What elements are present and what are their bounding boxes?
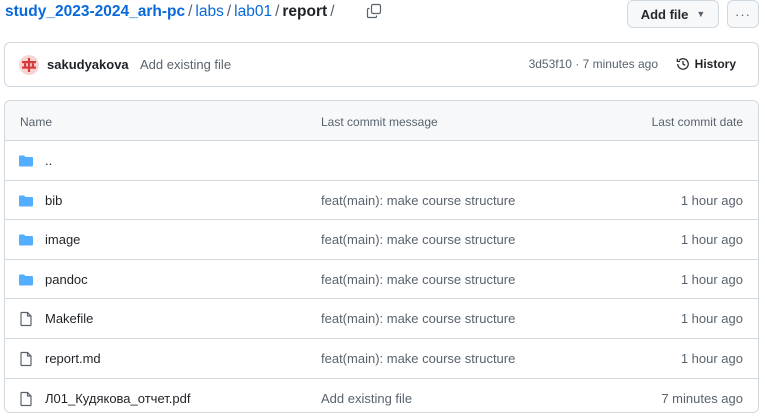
breadcrumb-labs-link[interactable]: labs (195, 3, 223, 20)
folder-icon (18, 153, 34, 169)
file-name[interactable]: report.md (45, 351, 101, 366)
breadcrumb-separator: / (226, 3, 232, 20)
commit-message-link[interactable]: feat(main): make course structure (321, 351, 515, 366)
avatar[interactable] (19, 55, 39, 75)
breadcrumb-repo-link[interactable]: study_2023-2024_arh-pc (5, 3, 185, 20)
add-file-label: Add file (640, 6, 689, 22)
folder-icon (18, 193, 34, 209)
latest-commit-bar: sakudyakova Add existing file 3d53f10 · … (4, 42, 759, 87)
top-bar: study_2023-2024_arh-pc / labs / lab01/report… (0, 0, 765, 30)
commit-date: 1 hour ago (680, 232, 743, 248)
more-options-button[interactable]: ··· (727, 0, 759, 28)
table-header: Name Last commit message Last commit dat… (5, 101, 758, 141)
file-name[interactable]: .. (45, 153, 52, 168)
commit-date: 7 minutes ago (661, 390, 743, 406)
breadcrumb: study_2023-2024_arh-pc / labs / lab01/report… (5, 2, 338, 22)
folder-icon (18, 232, 34, 248)
commit-date: 1 hour ago (680, 192, 743, 208)
breadcrumb-lab01-link[interactable]: lab01 (234, 3, 272, 20)
breadcrumb-separator: / (275, 3, 280, 20)
file-icon (18, 351, 34, 367)
history-label: History (694, 57, 736, 71)
file-name[interactable]: bib (45, 193, 62, 208)
file-name[interactable]: pandoc (45, 272, 88, 287)
breadcrumb-current: report (282, 3, 328, 20)
file-icon (18, 391, 34, 407)
add-file-button[interactable]: Add file ▼ (627, 0, 719, 28)
commit-hash-time[interactable]: 3d53f10 · 7 minutes ago (529, 57, 658, 71)
breadcrumb-separator: / (330, 3, 335, 20)
file-table: Name Last commit message Last commit dat… (4, 100, 759, 413)
file-name[interactable]: image (45, 232, 80, 247)
commit-date: 1 hour ago (680, 350, 743, 366)
table-row[interactable]: Makefile feat(main): make course structu… (5, 299, 758, 339)
file-icon (18, 311, 34, 327)
folder-icon (18, 272, 34, 288)
file-name[interactable]: Л01_Кудякова_отчет.pdf (45, 391, 190, 406)
commit-author[interactable]: sakudyakova (47, 57, 129, 72)
commit-message[interactable]: Add existing file (140, 57, 231, 72)
table-row[interactable]: pandoc feat(main): make course structure… (5, 260, 758, 300)
commit-message-link[interactable]: Add existing file (321, 391, 412, 406)
commit-date: 1 hour ago (680, 271, 743, 287)
history-button[interactable]: History (676, 57, 736, 71)
table-row[interactable]: .. (5, 141, 758, 181)
copy-path-icon[interactable] (366, 3, 382, 19)
commit-date: 1 hour ago (680, 311, 743, 327)
column-message-header: Last commit message (321, 115, 438, 129)
table-row[interactable]: Л01_Кудякова_отчет.pdf Add existing file… (5, 379, 758, 412)
column-date-header: Last commit date (651, 115, 743, 129)
breadcrumb-separator: / (188, 3, 193, 20)
commit-message-link[interactable]: feat(main): make course structure (321, 311, 515, 326)
table-row[interactable]: report.md feat(main): make course struct… (5, 339, 758, 379)
chevron-down-icon: ▼ (696, 9, 706, 19)
file-name[interactable]: Makefile (45, 311, 93, 326)
commit-message-link[interactable]: feat(main): make course structure (321, 193, 515, 208)
commit-message-link[interactable]: feat(main): make course structure (321, 232, 515, 247)
column-name-header: Name (20, 115, 53, 129)
history-icon (676, 58, 689, 70)
table-row[interactable]: bib feat(main): make course structure 1 … (5, 181, 758, 221)
table-row[interactable]: image feat(main): make course structure … (5, 220, 758, 260)
commit-message-link[interactable]: feat(main): make course structure (321, 272, 515, 287)
